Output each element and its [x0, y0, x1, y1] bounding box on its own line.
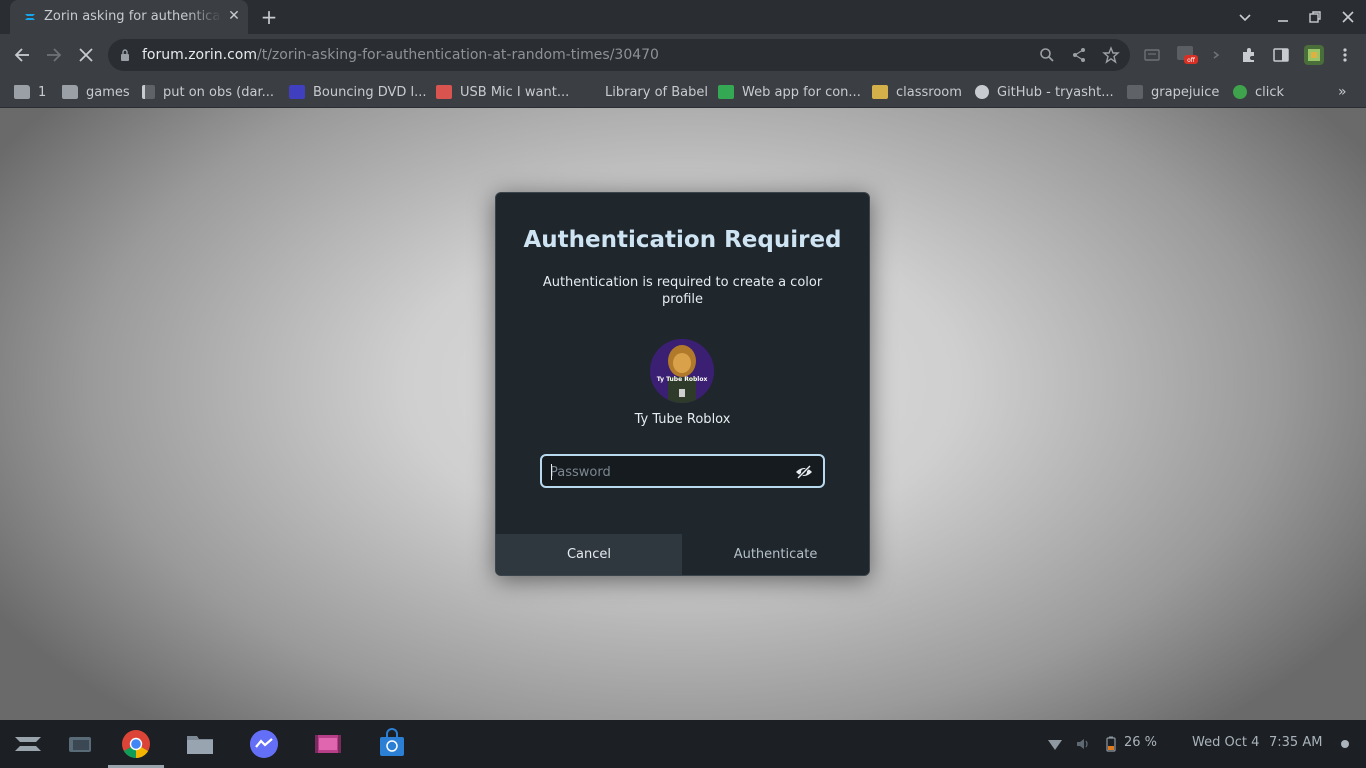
tab-title: Zorin asking for authentication at rando…	[44, 9, 222, 24]
bookmark-obs[interactable]: put on obs (dar...	[142, 82, 274, 102]
bookmark-label: classroom	[896, 84, 962, 100]
cancel-button[interactable]: Cancel	[496, 534, 682, 575]
tab-search-icon[interactable]	[1236, 8, 1254, 26]
authentication-dialog: Authentication Required Authentication i…	[495, 192, 870, 576]
bookmark-label: GitHub - tryasht...	[997, 84, 1114, 100]
classroom-icon	[872, 85, 888, 99]
bookmark-library-of-babel[interactable]: Library of Babel	[581, 82, 708, 102]
bookmark-star-icon[interactable]	[1102, 46, 1120, 64]
zorin-menu-icon[interactable]	[12, 728, 44, 760]
bookmark-label: grapejuice	[1151, 84, 1220, 100]
user-avatar: Ty Tube Roblox	[650, 339, 714, 403]
notification-dot-icon[interactable]	[1340, 739, 1350, 749]
bookmark-grapejuice[interactable]: grapejuice	[1127, 82, 1219, 102]
github-icon	[975, 85, 989, 99]
eye-slash-icon[interactable]	[795, 464, 813, 480]
avatar-image-icon	[650, 339, 714, 403]
cast-icon[interactable]	[1143, 46, 1161, 64]
browser-tab[interactable]: Zorin asking for authentication at rando…	[10, 0, 248, 34]
side-panel-icon[interactable]	[1272, 46, 1290, 64]
bookmark-dvd[interactable]: Bouncing DVD l...	[289, 82, 427, 102]
taskbar: 26 % Wed Oct 4 7:35 AM	[0, 720, 1366, 768]
bookmark-label: games	[86, 84, 130, 100]
battery-icon[interactable]	[1103, 736, 1119, 752]
url-host: forum.zorin.com	[142, 47, 257, 63]
close-window-icon[interactable]	[1339, 8, 1357, 26]
sheet-icon	[718, 85, 734, 99]
search-icon[interactable]	[1038, 46, 1056, 64]
store-icon	[436, 85, 452, 99]
dialog-title: Authentication Required	[523, 227, 842, 253]
workspace-icon[interactable]	[64, 728, 96, 760]
clock-date[interactable]: Wed Oct 4	[1192, 735, 1259, 750]
clock-time[interactable]: 7:35 AM	[1269, 735, 1322, 750]
bookmark-github[interactable]: GitHub - tryasht...	[975, 82, 1114, 102]
chrome-icon[interactable]	[120, 728, 152, 760]
url-path: /t/zorin-asking-for-authentication-at-ra…	[257, 47, 659, 63]
share-icon[interactable]	[1070, 46, 1088, 64]
circle-icon	[1233, 85, 1247, 99]
forward-icon[interactable]	[44, 45, 64, 65]
restore-icon[interactable]	[1306, 8, 1324, 26]
close-tab-icon[interactable]: ✕	[226, 8, 242, 24]
bookmark-label: USB Mic I want...	[460, 84, 570, 100]
back-icon[interactable]	[12, 45, 32, 65]
files-icon[interactable]	[184, 728, 216, 760]
bookmarks-bar: 1 games put on obs (dar... Bouncing DVD …	[0, 76, 1366, 108]
extensions-puzzle-icon[interactable]	[1240, 46, 1258, 64]
folder-icon	[62, 85, 78, 99]
video-icon[interactable]	[312, 728, 344, 760]
tab-strip: Zorin asking for authentication at rando…	[0, 0, 1366, 34]
bookmark-usb-mic[interactable]: USB Mic I want...	[436, 82, 569, 102]
minimize-icon[interactable]	[1274, 8, 1292, 26]
dialog-message: Authentication is required to create a c…	[542, 275, 823, 307]
password-input[interactable]	[550, 462, 780, 482]
bookmark-web-app[interactable]: Web app for con...	[718, 82, 861, 102]
volume-icon[interactable]	[1075, 736, 1091, 752]
menu-kebab-icon[interactable]	[1336, 46, 1354, 64]
zorin-favicon-icon	[25, 14, 35, 20]
more-bookmarks-icon[interactable]: »	[1338, 82, 1347, 102]
bookmark-label: Bouncing DVD l...	[313, 84, 427, 100]
bookmark-label: put on obs (dar...	[163, 84, 274, 100]
network-icon[interactable]	[1047, 736, 1063, 752]
bookmark-label: 1	[38, 84, 47, 100]
bookmark-folder-1[interactable]: 1	[14, 82, 46, 102]
bookmark-click[interactable]: click	[1233, 82, 1284, 102]
store-icon[interactable]	[376, 728, 408, 760]
new-tab-button[interactable]: +	[258, 6, 280, 28]
extension-off-icon[interactable]: off	[1176, 44, 1198, 66]
bookmark-classroom[interactable]: classroom	[872, 82, 962, 102]
dvd-icon	[289, 85, 305, 99]
arrow-extension-icon[interactable]	[1208, 46, 1226, 64]
authenticate-button[interactable]: Authenticate	[682, 534, 869, 575]
stop-loading-icon[interactable]	[76, 45, 96, 65]
text-caret	[551, 464, 552, 480]
bookmark-label: click	[1255, 84, 1285, 100]
lock-icon[interactable]	[120, 49, 130, 61]
blank-icon	[581, 85, 597, 99]
avatar-caption: Ty Tube Roblox	[656, 376, 708, 383]
folder-icon	[14, 85, 30, 99]
document-icon	[142, 85, 155, 99]
screen: Zorin asking for authentication at rando…	[0, 0, 1366, 768]
profile-avatar-icon[interactable]	[1304, 45, 1324, 65]
password-field[interactable]	[540, 454, 825, 488]
bookmark-label: Web app for con...	[742, 84, 861, 100]
bookmark-folder-games[interactable]: games	[62, 82, 130, 102]
address-bar[interactable]: forum.zorin.com/t/zorin-asking-for-authe…	[108, 39, 1130, 71]
username: Ty Tube Roblox	[634, 412, 731, 427]
browser-toolbar: forum.zorin.com/t/zorin-asking-for-authe…	[0, 34, 1366, 76]
bookmark-label: Library of Babel	[605, 84, 708, 100]
svg-text:off: off	[1187, 57, 1196, 64]
url-text: forum.zorin.com/t/zorin-asking-for-authe…	[142, 47, 659, 63]
messenger-icon[interactable]	[248, 728, 280, 760]
battery-percent: 26 %	[1124, 735, 1158, 750]
dialog-buttons: Cancel Authenticate	[496, 534, 869, 575]
apps-icon	[1127, 85, 1143, 99]
